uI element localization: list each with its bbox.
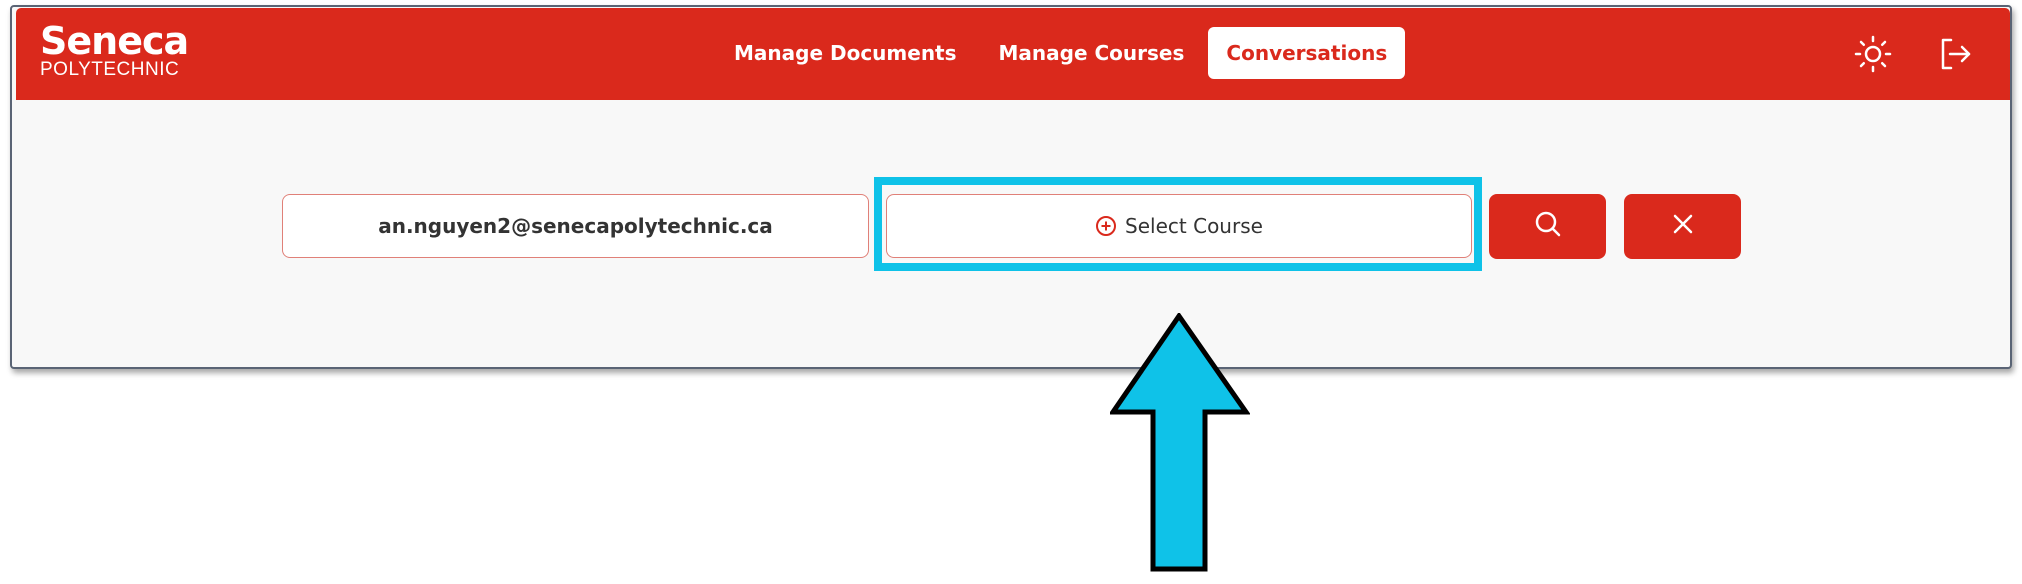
- close-icon: [1671, 212, 1695, 241]
- logout-icon[interactable]: [1935, 34, 1975, 74]
- logo-main-text: Seneca: [40, 19, 189, 63]
- nav-manage-documents[interactable]: Manage Documents: [716, 27, 975, 79]
- search-icon: [1534, 210, 1562, 243]
- nav-manage-courses[interactable]: Manage Courses: [981, 27, 1203, 79]
- logo-sub-text: POLYTECHNIC: [40, 59, 180, 80]
- pointer-arrow: [1108, 311, 1251, 578]
- email-field[interactable]: an.nguyen2@senecapolytechnic.ca: [282, 194, 869, 258]
- top-navbar: Seneca POLYTECHNIC Manage Documents Mana…: [16, 8, 2010, 100]
- nav-links: Manage Documents Manage Courses Conversa…: [716, 27, 1406, 79]
- highlight-box: [874, 177, 1482, 271]
- search-button[interactable]: [1489, 194, 1606, 259]
- email-value: an.nguyen2@senecapolytechnic.ca: [378, 214, 773, 238]
- seneca-logo[interactable]: Seneca POLYTECHNIC: [40, 19, 189, 80]
- nav-conversations[interactable]: Conversations: [1208, 27, 1406, 79]
- clear-button[interactable]: [1624, 194, 1741, 259]
- sun-icon[interactable]: [1853, 34, 1893, 74]
